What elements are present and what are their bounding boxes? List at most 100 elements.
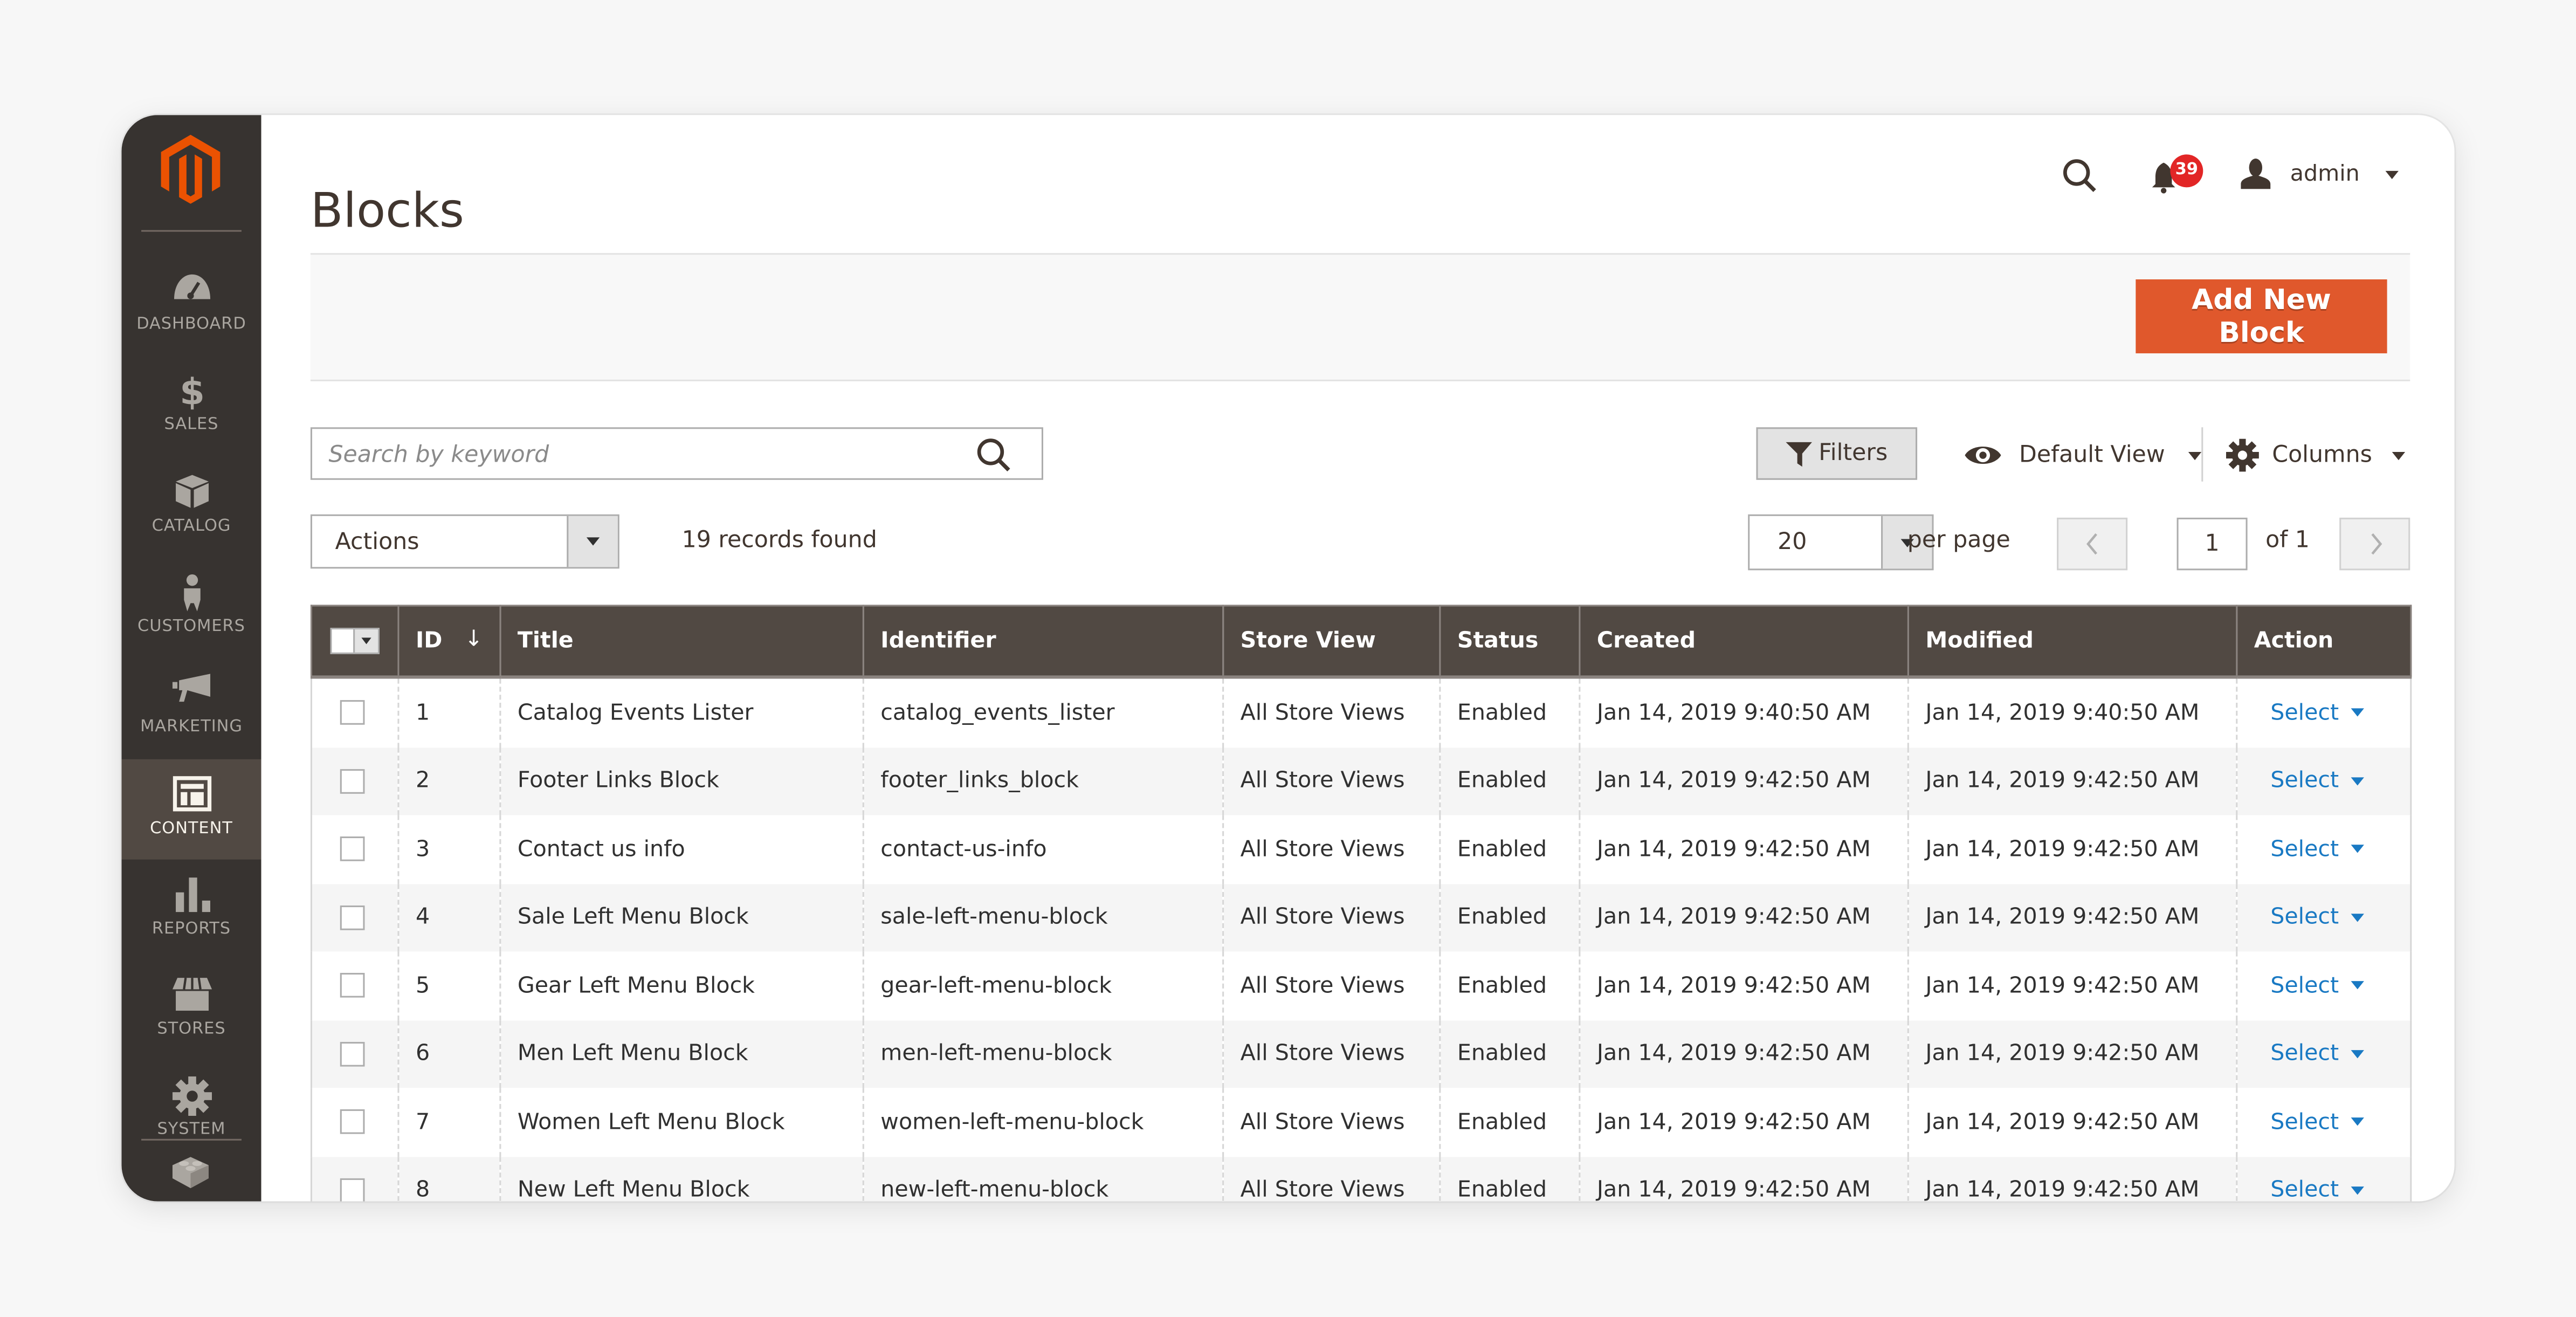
row-select-cell (310, 815, 398, 883)
chevron-down-icon (2350, 913, 2364, 922)
search-input[interactable] (312, 429, 973, 482)
column-header-id[interactable]: ID ↓ (397, 605, 501, 679)
cell-created: Jan 14, 2019 9:42:50 AM (1579, 1019, 1909, 1088)
row-action-select[interactable]: Select (2270, 1109, 2364, 1135)
sidebar-item-label: CATALOG (151, 517, 231, 536)
cell-store-view: All Store Views (1222, 746, 1440, 815)
lego-brick-icon[interactable] (171, 1154, 210, 1190)
cell-id: 2 (397, 746, 500, 815)
table-row[interactable]: 5 Gear Left Menu Block gear-left-menu-bloc… (310, 951, 2412, 1020)
row-checkbox[interactable] (340, 836, 365, 862)
user-menu[interactable]: admin (2239, 154, 2399, 194)
sidebar-item-stores[interactable]: STORES (121, 960, 261, 1060)
row-action-select[interactable]: Select (2270, 836, 2364, 862)
person-icon (121, 573, 261, 613)
row-select-cell (310, 677, 398, 747)
page-number-input[interactable]: 1 (2176, 517, 2248, 571)
column-header-store-view[interactable]: Store View (1222, 605, 1441, 679)
table-row[interactable]: 8 New Left Menu Block new-left-menu-block A… (310, 1156, 2412, 1202)
cell-status: Enabled (1439, 1156, 1580, 1202)
cell-store-view: All Store Views (1222, 883, 1440, 952)
columns-label: Columns (2272, 442, 2372, 469)
blocks-grid: ID ↓ Title Identifier Store View Status C… (310, 605, 2412, 1202)
cell-action: Select (2236, 677, 2412, 747)
row-action-select[interactable]: Select (2270, 768, 2364, 794)
table-row[interactable]: 2 Footer Links Block footer_links_block All… (310, 746, 2412, 815)
row-checkbox[interactable] (340, 1109, 365, 1135)
chevron-down-icon (361, 637, 371, 644)
row-select-cell (310, 883, 398, 952)
row-checkbox[interactable] (340, 905, 365, 930)
prev-page-button[interactable] (2057, 517, 2128, 571)
chevron-down-icon (2350, 845, 2364, 854)
table-row[interactable]: 1 Catalog Events Lister catalog_events_lis… (310, 677, 2412, 747)
row-checkbox[interactable] (340, 1041, 365, 1066)
row-checkbox[interactable] (340, 700, 365, 725)
sidebar-item-reports[interactable]: REPORTS (121, 859, 261, 959)
mass-select-checkbox[interactable] (330, 628, 380, 654)
table-row[interactable]: 6 Men Left Menu Block men-left-menu-block A… (310, 1019, 2412, 1088)
cell-title: Catalog Events Lister (499, 677, 864, 747)
row-checkbox[interactable] (340, 973, 365, 998)
cell-status: Enabled (1439, 951, 1580, 1020)
cell-title: Contact us info (499, 815, 864, 883)
table-row[interactable]: 3 Contact us info contact-us-info All Store… (310, 815, 2412, 883)
total-pages: of 1 (2265, 527, 2310, 554)
search-icon[interactable] (2062, 158, 2098, 194)
select-label: Select (2270, 1109, 2339, 1135)
select-label: Select (2270, 836, 2339, 863)
row-action-select[interactable]: Select (2270, 972, 2364, 999)
cell-created: Jan 14, 2019 9:42:50 AM (1579, 951, 1909, 1020)
next-page-button[interactable] (2339, 517, 2410, 571)
row-checkbox[interactable] (340, 1178, 365, 1202)
cell-modified: Jan 14, 2019 9:42:50 AM (1907, 815, 2237, 883)
view-label: Default View (2019, 442, 2165, 469)
cell-identifier: catalog_events_lister (862, 677, 1223, 747)
sidebar-item-customers[interactable]: CUSTOMERS (121, 557, 261, 657)
row-action-select[interactable]: Select (2270, 1041, 2364, 1067)
sidebar-item-system[interactable]: SYSTEM (121, 1061, 261, 1161)
username: admin (2290, 161, 2360, 188)
cell-store-view: All Store Views (1222, 815, 1440, 883)
cell-action: Select (2236, 1156, 2412, 1202)
cell-store-view: All Store Views (1222, 1019, 1440, 1088)
search-icon[interactable] (976, 437, 1012, 474)
megaphone-icon (121, 674, 261, 714)
row-action-select[interactable]: Select (2270, 699, 2364, 726)
row-select-cell (310, 746, 398, 815)
row-action-select[interactable]: Select (2270, 904, 2364, 931)
per-page-dropdown[interactable]: 20 (1748, 514, 1934, 571)
cell-title: Women Left Menu Block (499, 1088, 864, 1156)
column-header-identifier[interactable]: Identifier (862, 605, 1224, 679)
column-header-modified[interactable]: Modified (1907, 605, 2238, 679)
sidebar-item-dashboard[interactable]: DASHBOARD (121, 255, 261, 355)
columns-selector[interactable]: Columns (2226, 434, 2405, 476)
row-checkbox[interactable] (340, 769, 365, 794)
chevron-down-icon (2386, 170, 2399, 179)
sidebar-item-content[interactable]: CONTENT (121, 758, 261, 859)
chevron-down-icon (2350, 709, 2364, 717)
row-action-select[interactable]: Select (2270, 1177, 2364, 1202)
mass-actions-dropdown[interactable]: Actions (310, 514, 619, 569)
filters-button[interactable]: Filters (1756, 427, 1918, 480)
view-selector[interactable]: Default View (1963, 434, 2201, 476)
column-header-title[interactable]: Title (499, 605, 864, 679)
funnel-icon (1786, 441, 1813, 466)
magento-logo-icon[interactable] (158, 134, 224, 204)
cell-created: Jan 14, 2019 9:42:50 AM (1579, 746, 1909, 815)
sidebar-item-marketing[interactable]: MARKETING (121, 657, 261, 758)
table-row[interactable]: 4 Sale Left Menu Block sale-left-menu-bloc… (310, 883, 2412, 952)
per-page-value: 20 (1778, 529, 1807, 555)
cell-action: Select (2236, 746, 2412, 815)
column-header-created[interactable]: Created (1579, 605, 1909, 679)
row-select-cell (310, 1088, 398, 1156)
chevron-right-icon (2370, 533, 2381, 555)
table-row[interactable]: 7 Women Left Menu Block women-left-menu-bl… (310, 1088, 2412, 1156)
add-new-block-button[interactable]: Add New Block (2136, 279, 2387, 354)
column-header-status[interactable]: Status (1439, 605, 1581, 679)
sidebar-item-sales[interactable]: $ SALES (121, 355, 261, 456)
sidebar-item-catalog[interactable]: CATALOG (121, 456, 261, 557)
notifications-button[interactable]: 39 (2151, 154, 2207, 197)
cell-store-view: All Store Views (1222, 951, 1440, 1020)
column-label: ID (415, 628, 443, 654)
